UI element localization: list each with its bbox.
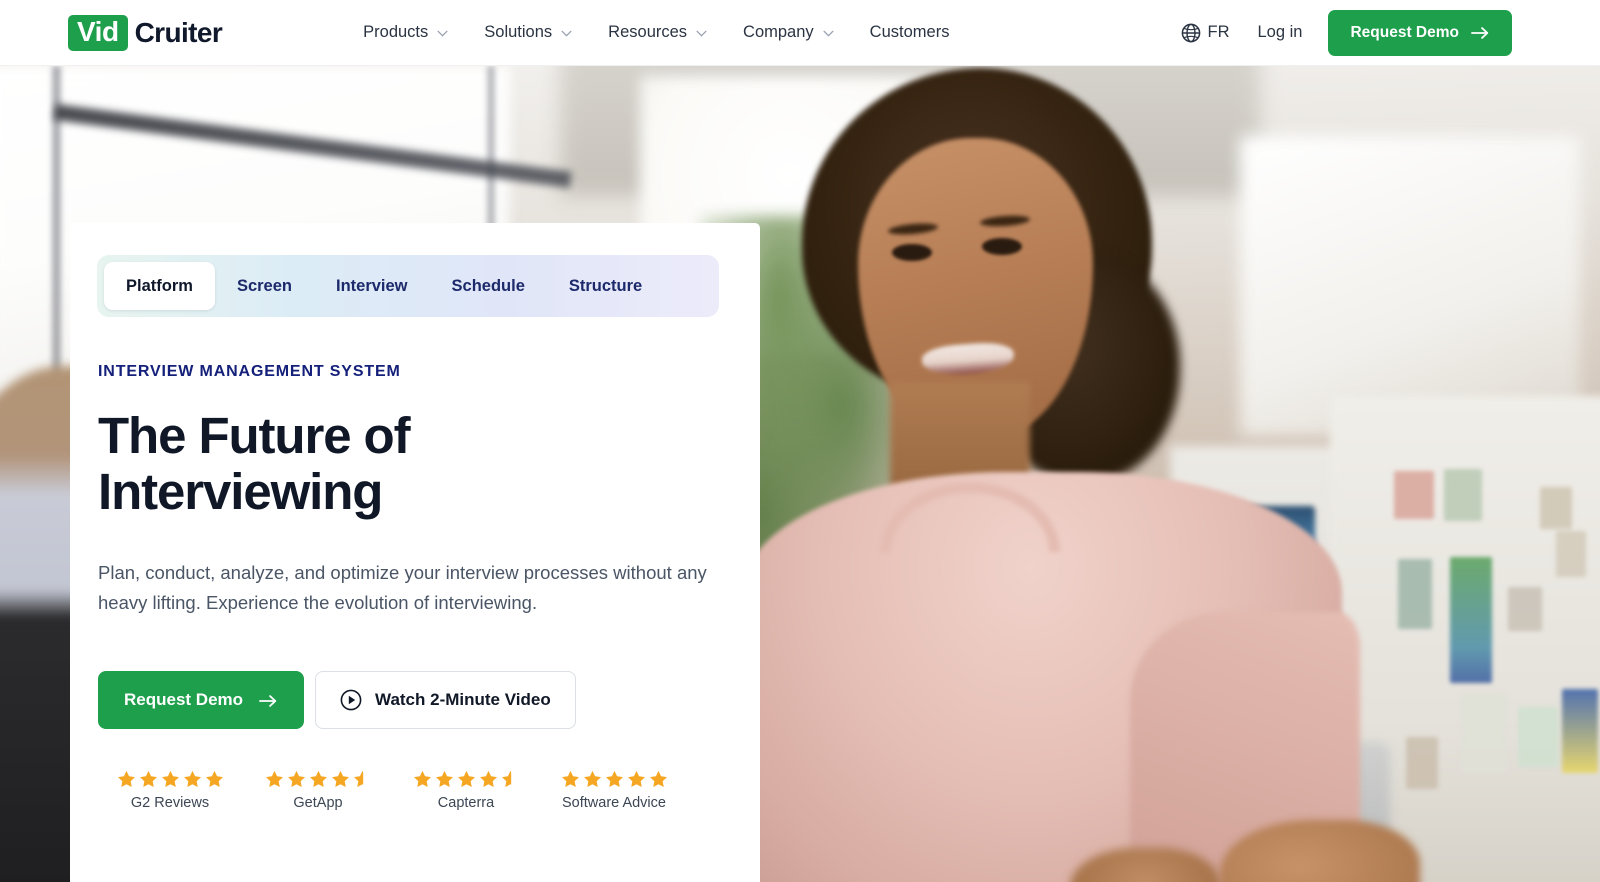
- star-rating: [116, 768, 225, 790]
- star-icon: [626, 769, 647, 790]
- nav-label-resources: Resources: [608, 23, 688, 41]
- header-request-demo-button[interactable]: Request Demo: [1328, 9, 1512, 56]
- star-icon: [412, 769, 433, 790]
- star-half-icon: [500, 769, 521, 790]
- rating-software-advice[interactable]: Software Advice: [540, 768, 688, 811]
- play-circle-icon: [340, 689, 362, 711]
- star-icon: [286, 769, 307, 790]
- star-half-icon: [352, 769, 373, 790]
- rating-label: Capterra: [437, 795, 495, 811]
- hero-content-card: Platform Screen Interview Schedule Struc…: [70, 223, 760, 882]
- nav-item-products[interactable]: Products: [363, 23, 448, 42]
- rating-g2-reviews[interactable]: G2 Reviews: [96, 768, 244, 811]
- nav-item-solutions[interactable]: Solutions: [484, 23, 572, 42]
- tab-structure[interactable]: Structure: [547, 262, 664, 310]
- primary-navigation: Products Solutions Resources Company Cus…: [363, 23, 949, 42]
- tab-platform[interactable]: Platform: [104, 262, 215, 310]
- header-actions: FR Log in Request Demo: [1181, 9, 1512, 56]
- star-icon: [434, 769, 455, 790]
- hero-request-demo-label: Request Demo: [124, 690, 244, 709]
- hero-watch-video-button[interactable]: Watch 2-Minute Video: [315, 671, 576, 729]
- rating-getapp[interactable]: GetApp: [244, 768, 392, 811]
- hero-eyebrow: INTERVIEW MANAGEMENT SYSTEM: [98, 363, 401, 380]
- rating-label: Software Advice: [562, 795, 666, 811]
- chevron-down-icon: [696, 30, 707, 37]
- hero-request-demo-button[interactable]: Request Demo: [98, 671, 305, 729]
- nav-label-customers: Customers: [869, 23, 950, 41]
- star-icon: [138, 769, 159, 790]
- headline-line-2: Interviewing: [98, 463, 383, 521]
- nav-item-customers[interactable]: Customers: [870, 23, 950, 42]
- rating-label: G2 Reviews: [130, 795, 210, 811]
- nav-item-company[interactable]: Company: [743, 23, 834, 42]
- star-rating: [264, 768, 373, 790]
- site-header: Vid Cruiter Products Solutions Resources: [0, 0, 1600, 66]
- rating-label: GetApp: [293, 795, 343, 811]
- star-icon: [182, 769, 203, 790]
- star-icon: [456, 769, 477, 790]
- hero-ratings-row: G2 Reviews GetApp Capterra Software Advi…: [96, 768, 688, 811]
- tab-screen[interactable]: Screen: [215, 262, 314, 310]
- star-rating: [412, 768, 521, 790]
- nav-item-resources[interactable]: Resources: [608, 23, 707, 42]
- hero-watch-video-label: Watch 2-Minute Video: [375, 690, 551, 709]
- chevron-down-icon: [823, 30, 834, 37]
- star-icon: [116, 769, 137, 790]
- arrow-right-icon: [1471, 26, 1490, 40]
- logo-badge-text: Vid: [77, 15, 119, 47]
- star-icon: [582, 769, 603, 790]
- star-icon: [204, 769, 225, 790]
- star-icon: [160, 769, 181, 790]
- nav-label-products: Products: [363, 23, 429, 41]
- chevron-down-icon: [437, 30, 448, 37]
- nav-label-company: Company: [743, 23, 814, 41]
- page-root: Vid Cruiter Products Solutions Resources: [0, 0, 1600, 882]
- page-title: The Future of Interviewing: [98, 407, 568, 521]
- hero-subject-person: [740, 66, 1420, 882]
- star-icon: [560, 769, 581, 790]
- language-label: FR: [1207, 23, 1230, 41]
- star-icon: [478, 769, 499, 790]
- nav-label-solutions: Solutions: [484, 23, 553, 41]
- tab-schedule[interactable]: Schedule: [430, 262, 547, 310]
- star-icon: [648, 769, 669, 790]
- login-link[interactable]: Log in: [1258, 23, 1303, 42]
- hero-cta-row: Request Demo Watch 2-Minute Video: [98, 671, 576, 729]
- hero-section: Platform Screen Interview Schedule Struc…: [0, 66, 1600, 882]
- tab-interview[interactable]: Interview: [314, 262, 430, 310]
- star-rating: [560, 768, 669, 790]
- headline-line-1: The Future of: [98, 407, 411, 464]
- hero-tab-bar: Platform Screen Interview Schedule Struc…: [97, 255, 719, 317]
- star-icon: [330, 769, 351, 790]
- hero-subcopy: Plan, conduct, analyze, and optimize you…: [98, 562, 707, 614]
- sticky-notes-wall: [1390, 461, 1600, 882]
- chevron-down-icon: [561, 30, 572, 37]
- rating-capterra[interactable]: Capterra: [392, 768, 540, 811]
- star-icon: [308, 769, 329, 790]
- logo-wordmark: Cruiter: [134, 16, 223, 48]
- language-switcher[interactable]: FR: [1181, 23, 1230, 43]
- globe-icon: [1181, 23, 1201, 43]
- logo-vidcruiter[interactable]: Vid Cruiter: [68, 14, 223, 51]
- logo-badge: Vid: [68, 14, 128, 51]
- header-request-demo-label: Request Demo: [1350, 23, 1459, 41]
- arrow-right-icon: [259, 693, 278, 707]
- star-icon: [264, 769, 285, 790]
- star-icon: [604, 769, 625, 790]
